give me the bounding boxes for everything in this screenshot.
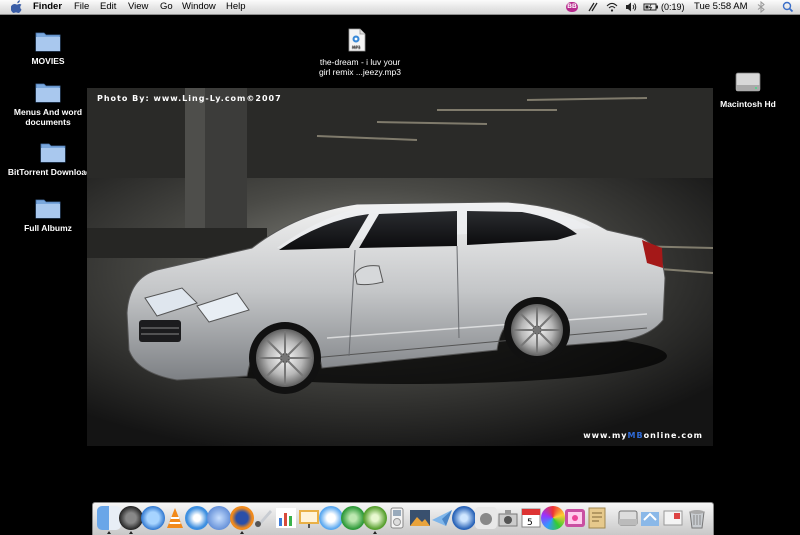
bluetooth-icon[interactable] [756, 0, 766, 14]
image-capture-icon[interactable] [496, 506, 520, 530]
menu-window[interactable]: Window [182, 0, 216, 14]
folder-icon [35, 199, 61, 219]
user-badge[interactable]: BB [566, 2, 578, 12]
itunes-icon[interactable] [141, 506, 165, 530]
front-wheel [249, 322, 321, 394]
ical-icon[interactable]: 5 [519, 506, 543, 530]
hard-drive-icon [735, 72, 761, 92]
iphoto-icon[interactable] [408, 506, 432, 530]
mail-stamp-icon[interactable] [661, 506, 685, 530]
icon-label: documents [25, 117, 71, 127]
mp3-file-icon: MP3 [348, 28, 366, 52]
dashboard-icon[interactable] [119, 506, 143, 530]
ichat-icon[interactable] [319, 506, 343, 530]
menu-view[interactable]: View [128, 0, 148, 14]
desktop-hard-drive[interactable]: Macintosh Hd [712, 70, 784, 110]
svg-text:5: 5 [527, 518, 533, 528]
menubar-clock[interactable]: Tue 5:58 AM [694, 0, 748, 14]
chart-icon[interactable] [274, 506, 298, 530]
script-menu-icon[interactable] [586, 0, 598, 14]
desktop-folder-menus-and-word-documents[interactable]: Menus And word documents [8, 81, 88, 127]
stacks-icon[interactable] [638, 506, 662, 530]
menu-bar: Finder File Edit View Go Window Help BB … [0, 0, 800, 15]
mail-icon[interactable] [430, 506, 454, 530]
firefox-icon[interactable] [230, 506, 254, 530]
watermark-accent: MB [627, 431, 644, 440]
menu-edit[interactable]: Edit [100, 0, 116, 14]
menu-go[interactable]: Go [160, 0, 173, 14]
volume-icon[interactable] [624, 0, 638, 14]
icon-label: girl remix ...jeezy.mp3 [318, 67, 402, 77]
svg-text:MP3: MP3 [352, 45, 361, 49]
menu-finder[interactable]: Finder [33, 0, 62, 14]
notes-icon[interactable] [585, 506, 609, 530]
menu-help[interactable]: Help [226, 0, 246, 14]
menu-file[interactable]: File [74, 0, 89, 14]
finder-icon[interactable] [97, 506, 121, 530]
vlc-icon[interactable] [163, 506, 187, 530]
dock: 5 [92, 502, 714, 535]
spotlight-search-icon[interactable] [781, 0, 795, 14]
safari-icon[interactable] [185, 506, 209, 530]
watermark-prefix: www.my [583, 431, 628, 440]
wifi-icon[interactable] [605, 0, 619, 14]
apple-menu-icon[interactable] [11, 0, 23, 14]
watermark-site: www.myMBonline.com [583, 431, 703, 440]
quicktime-icon[interactable] [452, 506, 476, 530]
desktop-folder-movies[interactable]: MOVIES [18, 30, 78, 66]
desktop-wallpaper: Photo By: www.Ling-Ly.com©2007 www.myMBo… [87, 88, 713, 446]
disk-icon[interactable] [616, 506, 640, 530]
icon-label: Macintosh Hd [720, 99, 776, 109]
icon-label: MOVIES [31, 56, 65, 66]
preview-icon[interactable] [252, 506, 276, 530]
folder-icon [40, 143, 66, 163]
trash-icon[interactable] [685, 506, 709, 530]
presentation-icon[interactable] [297, 506, 321, 530]
car-photo [87, 88, 713, 446]
torrent-icon[interactable] [341, 506, 365, 530]
desktop-folder-full-albumz[interactable]: Full Albumz [17, 197, 79, 235]
folder-icon [35, 32, 61, 52]
photo-credit: Photo By: www.Ling-Ly.com©2007 [97, 94, 282, 103]
round-app-icon[interactable] [363, 506, 387, 530]
network-icon[interactable] [207, 506, 231, 530]
watermark-suffix: online.com [643, 431, 703, 440]
apple-icon[interactable] [474, 506, 498, 530]
icon-label: Full Albumz [24, 223, 72, 233]
rear-wheel [504, 297, 570, 363]
folder-icon [35, 83, 61, 103]
color-app-icon[interactable] [541, 506, 565, 530]
battery-time[interactable]: (0:19) [661, 0, 685, 14]
ipod-icon[interactable] [385, 506, 409, 530]
desktop-file-mp3[interactable]: MP3 the-dream - i luv your girl remix ..… [300, 28, 420, 78]
battery-icon[interactable] [643, 0, 659, 14]
photo-app-icon[interactable] [563, 506, 587, 530]
